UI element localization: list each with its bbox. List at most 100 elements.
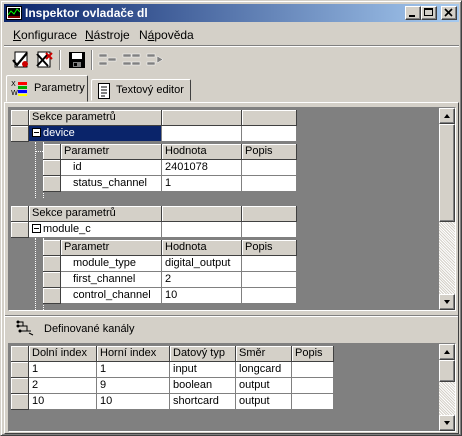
param-name[interactable]: status_channel — [61, 176, 162, 192]
minimize-icon — [409, 15, 415, 17]
row-indicator — [11, 362, 29, 378]
channels-title: Definované kanály — [44, 323, 135, 335]
channel-cell[interactable]: 10 — [97, 394, 170, 410]
tab-parametry[interactable]: X W Parametry — [6, 75, 88, 102]
scroll-down-button[interactable] — [439, 294, 455, 310]
maximize-icon — [424, 8, 433, 16]
tree-action-2-button[interactable] — [121, 49, 143, 71]
params-vertical-scrollbar[interactable] — [439, 108, 455, 310]
row-indicator — [43, 256, 61, 272]
channels-grid[interactable]: Dolní index Horní index Datový typ Směr … — [8, 343, 456, 432]
tab-panel: Sekce parametrů device Parametr Hodnota … — [4, 102, 459, 434]
channel-cell[interactable]: 1 — [97, 362, 170, 378]
parameters-grid[interactable]: Sekce parametrů device Parametr Hodnota … — [8, 107, 456, 311]
channel-cell[interactable]: shortcard — [170, 394, 236, 410]
close-icon — [444, 8, 453, 17]
section-name: device — [43, 127, 75, 139]
section-header-empty — [242, 110, 297, 126]
section-row-module-c[interactable]: module_c — [29, 222, 162, 238]
channels-vertical-scrollbar[interactable] — [439, 344, 455, 431]
channel-cell[interactable]: 9 — [97, 378, 170, 394]
channel-cell[interactable] — [292, 394, 334, 410]
splitter[interactable] — [5, 315, 458, 317]
row-indicator — [11, 206, 29, 222]
param-name[interactable]: first_channel — [61, 272, 162, 288]
row-indicator — [11, 378, 29, 394]
col-header-dolni-index: Dolní index — [29, 346, 97, 362]
channel-cell[interactable]: 10 — [29, 394, 97, 410]
tree-expand-icon — [122, 53, 141, 66]
param-desc[interactable] — [242, 288, 297, 304]
section-cell-empty[interactable] — [242, 222, 297, 238]
channel-cell[interactable]: input — [170, 362, 236, 378]
channel-cell[interactable] — [292, 378, 334, 394]
check-document-icon — [12, 51, 28, 68]
tree-line — [35, 238, 36, 310]
tree-arrow-icon — [146, 53, 164, 66]
menu-napoveda[interactable]: Nápověda — [139, 28, 194, 42]
param-value[interactable]: 10 — [162, 288, 242, 304]
scroll-down-button[interactable] — [439, 415, 455, 431]
channel-cell[interactable] — [292, 362, 334, 378]
close-button[interactable] — [441, 6, 457, 20]
maximize-button[interactable] — [421, 6, 437, 20]
param-value[interactable]: 2 — [162, 272, 242, 288]
param-name[interactable]: module_type — [61, 256, 162, 272]
channel-cell[interactable]: output — [236, 378, 292, 394]
tab-parametry-label: Parametry — [34, 82, 85, 94]
text-editor-icon — [96, 82, 112, 103]
delete-button[interactable] — [33, 49, 55, 71]
toolbar — [4, 47, 459, 73]
section-header: Sekce parametrů — [29, 110, 162, 126]
row-indicator — [11, 110, 29, 126]
tree-action-1-button[interactable] — [97, 49, 119, 71]
param-value[interactable]: 1 — [162, 176, 242, 192]
scroll-up-button[interactable] — [439, 108, 455, 124]
save-button[interactable] — [66, 49, 88, 71]
tab-textovy-editor[interactable]: Textový editor — [91, 79, 191, 101]
col-header-datovy-typ: Datový typ — [170, 346, 236, 362]
channel-cell[interactable]: longcard — [236, 362, 292, 378]
tab-textovy-editor-label: Textový editor — [116, 84, 184, 96]
row-indicator — [43, 176, 61, 192]
app-icon — [6, 5, 22, 21]
section-cell-empty[interactable] — [242, 126, 297, 142]
minimize-button[interactable] — [405, 6, 421, 20]
param-name[interactable]: id — [61, 160, 162, 176]
scroll-up-button[interactable] — [439, 344, 455, 360]
delete-document-icon — [36, 51, 53, 68]
menu-nastroje[interactable]: Nástroje — [85, 28, 130, 42]
col-header-popis: Popis — [242, 240, 297, 256]
param-name[interactable]: control_channel — [61, 288, 162, 304]
channel-cell[interactable]: boolean — [170, 378, 236, 394]
col-header-parametr: Parametr — [61, 240, 162, 256]
collapse-icon[interactable] — [32, 224, 41, 233]
section-cell-empty[interactable] — [162, 126, 242, 142]
channel-cell[interactable]: 2 — [29, 378, 97, 394]
tab-strip: X W Parametry Textový editor — [4, 75, 459, 103]
scroll-thumb[interactable] — [439, 124, 455, 222]
title-bar[interactable]: Inspektor ovladače dl — [4, 4, 459, 22]
floppy-disk-icon — [69, 52, 85, 68]
toolbar-separator — [91, 50, 93, 70]
param-value[interactable]: 2401078 — [162, 160, 242, 176]
col-header-parametr: Parametr — [61, 144, 162, 160]
row-indicator — [43, 144, 61, 160]
param-value[interactable]: digital_output — [162, 256, 242, 272]
channel-cell[interactable]: output — [236, 394, 292, 410]
check-button[interactable] — [10, 49, 32, 71]
scroll-thumb[interactable] — [439, 360, 455, 382]
param-desc[interactable] — [242, 160, 297, 176]
param-desc[interactable] — [242, 176, 297, 192]
collapse-icon[interactable] — [32, 128, 41, 137]
channel-cell[interactable]: 1 — [29, 362, 97, 378]
tree-action-3-button[interactable] — [145, 49, 167, 71]
svg-text:W: W — [11, 89, 18, 97]
param-desc[interactable] — [242, 272, 297, 288]
section-cell-empty[interactable] — [162, 222, 242, 238]
section-name: module_c — [43, 223, 91, 235]
row-indicator — [43, 272, 61, 288]
menu-konfigurace[interactable]: Konfigurace — [13, 28, 77, 42]
section-row-device[interactable]: device — [29, 126, 162, 142]
param-desc[interactable] — [242, 256, 297, 272]
